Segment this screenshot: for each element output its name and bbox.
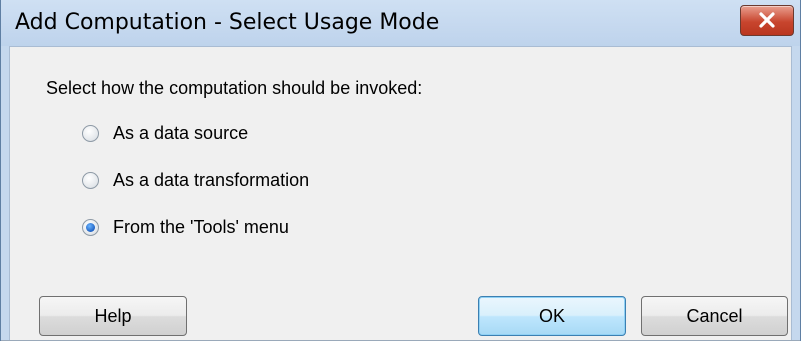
title-bar[interactable]: Add Computation - Select Usage Mode	[1, 0, 800, 46]
cancel-button[interactable]: Cancel	[641, 296, 788, 336]
window-title: Add Computation - Select Usage Mode	[15, 10, 440, 35]
option-data-source[interactable]: As a data source	[82, 120, 248, 146]
dialog-window: Add Computation - Select Usage Mode Sele…	[0, 0, 801, 341]
option-label: As a data transformation	[113, 169, 310, 190]
close-icon	[759, 12, 775, 28]
prompt-label: Select how the computation should be inv…	[46, 78, 423, 98]
option-data-transformation[interactable]: As a data transformation	[82, 167, 309, 193]
radio-data-transformation[interactable]	[82, 171, 99, 189]
help-button[interactable]: Help	[39, 296, 187, 336]
close-button[interactable]	[740, 5, 794, 36]
ok-button[interactable]: OK	[478, 296, 626, 336]
radio-data-source[interactable]	[82, 124, 99, 142]
dialog-body: Select how the computation should be inv…	[9, 46, 792, 341]
radio-tools-menu[interactable]	[82, 218, 99, 236]
option-label: From the 'Tools' menu	[113, 216, 289, 237]
option-label: As a data source	[113, 122, 249, 143]
option-tools-menu[interactable]: From the 'Tools' menu	[82, 214, 289, 240]
